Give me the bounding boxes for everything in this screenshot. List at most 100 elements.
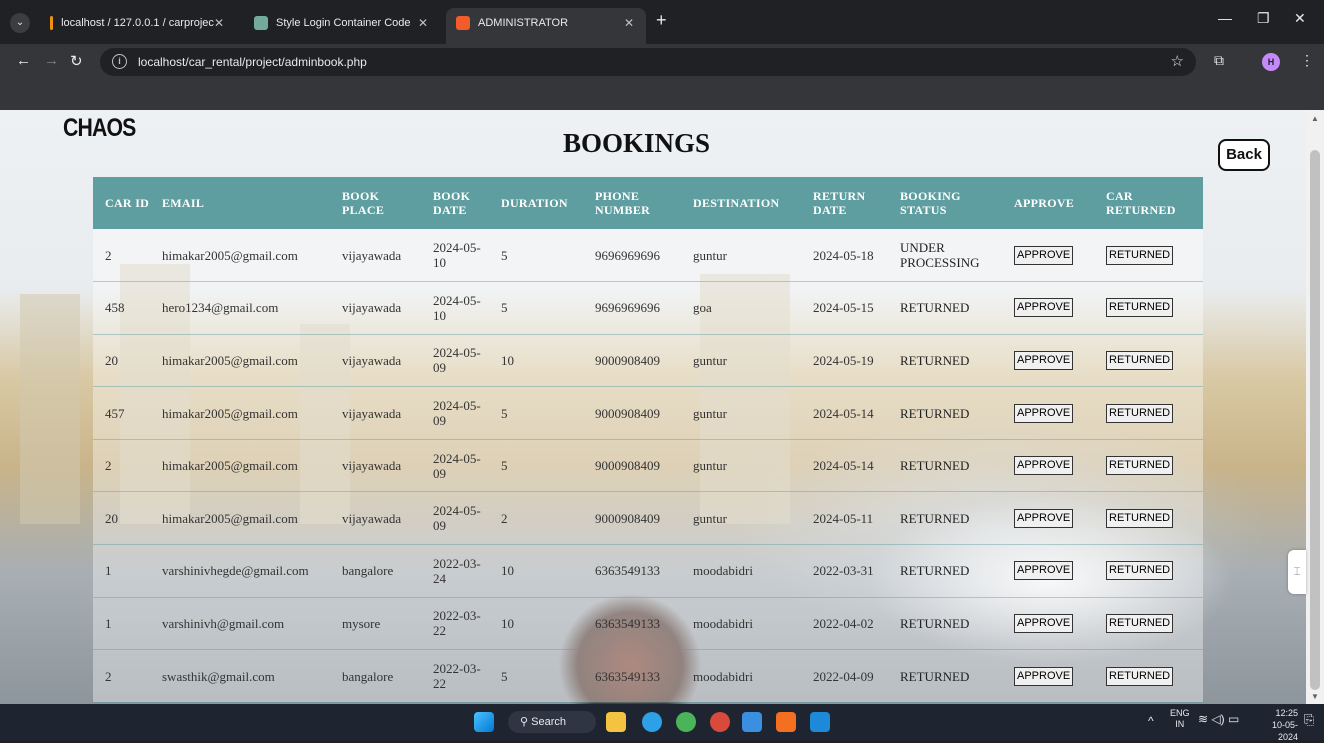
cell-destination: moodabidri [681,597,801,651]
cell-duration: 10 [489,544,583,598]
cell-duration: 10 [489,597,583,651]
address-bar[interactable]: i localhost/car_rental/project/adminbook… [100,48,1196,76]
mail-icon[interactable] [742,712,762,732]
tab-administrator[interactable]: ADMINISTRATOR ✕ [446,8,646,44]
table-row: 457 himakar2005@gmail.com vijayawada 2024-0… [93,386,1203,440]
returned-button[interactable]: RETURNED [1106,508,1174,528]
new-tab-plus-icon[interactable]: + [656,10,667,31]
close-icon[interactable]: ✕ [624,16,634,30]
whatsapp-icon[interactable] [676,712,696,732]
cell-book-date: 2022-03-24 [421,544,489,598]
scroll-up-arrow-icon[interactable]: ▲ [1311,114,1319,123]
cell-destination: goa [681,281,801,335]
cell-email: swasthik@gmail.com [150,649,330,703]
cell-destination: guntur [681,491,801,546]
notifications-icon[interactable]: ⎘ [1304,712,1314,728]
extensions-icon[interactable]: ⧉ [1214,52,1224,69]
table-row: 2 swasthik@gmail.com bangalore 2022-03-22 5 6… [93,649,1203,703]
cell-car-id: 1 [93,597,150,651]
cell-book-date: 2024-05-09 [421,439,489,493]
edge-browser-icon[interactable] [642,712,662,732]
cell-destination: moodabidri [681,649,801,703]
table-row: 2 himakar2005@gmail.com vijayawada 2024-05-… [93,439,1203,493]
site-info-icon[interactable]: i [112,54,127,69]
menu-kebab-icon[interactable]: ⋮ [1300,52,1314,69]
language-indicator[interactable]: ENG IN [1170,708,1190,730]
column-header: BOOK DATE [433,189,471,217]
forward-arrow-icon[interactable]: → [44,52,59,69]
close-icon[interactable]: ✕ [418,16,428,30]
tray-overflow-chevron-icon[interactable]: ^ [1148,714,1154,728]
returned-button[interactable]: RETURNED [1106,456,1174,476]
returned-button[interactable]: RETURNED [1106,561,1174,581]
cell-book-date: 2022-03-22 [421,597,489,651]
column-header: APPROVE [1014,196,1075,210]
returned-button[interactable]: RETURNED [1106,245,1174,265]
windows-taskbar: ⚲ Search ^ ENG IN ≋ ◁) ▭ 12:25 10-05-202… [0,704,1324,743]
cell-car-returned: RETURNED [1094,649,1203,703]
xampp-favicon-icon [456,16,470,30]
cell-book-date: 2022-03-22 [421,649,489,703]
returned-button[interactable]: RETURNED [1106,666,1174,686]
returned-button[interactable]: RETURNED [1106,298,1174,318]
url-text[interactable]: localhost/car_rental/project/adminbook.p… [138,55,367,69]
approve-button[interactable]: APPROVE [1014,508,1074,528]
back-arrow-icon[interactable]: ← [16,52,31,69]
side-panel-handle-icon[interactable]: ⌶ [1288,550,1306,594]
windows-start-icon[interactable] [474,712,494,732]
bookmark-bar [0,80,1324,110]
cell-book-place: vijayawada [330,281,421,335]
reload-icon[interactable]: ↻ [70,52,83,70]
chrome-icon[interactable] [710,712,730,732]
approve-button[interactable]: APPROVE [1014,666,1074,686]
scrollbar-thumb[interactable] [1310,150,1320,690]
back-button[interactable]: Back [1218,139,1270,171]
minimize-icon[interactable]: — [1218,10,1232,26]
xampp-icon[interactable] [776,712,796,732]
cell-book-place: vijayawada [330,439,421,493]
tab-style-login[interactable]: Style Login Container Code ✕ [244,10,440,36]
tab-phpmyadmin[interactable]: localhost / 127.0.0.1 / carprojec ✕ [40,10,236,36]
clock[interactable]: 12:25 10-05-2024 [1252,707,1298,743]
window-close-icon[interactable]: ✕ [1294,10,1306,27]
cell-return-date: 2022-04-02 [801,597,888,651]
cell-car-returned: RETURNED [1094,491,1203,546]
returned-button[interactable]: RETURNED [1106,350,1174,370]
cell-return-date: 2024-05-14 [801,386,888,440]
returned-button[interactable]: RETURNED [1106,613,1174,633]
wifi-volume-battery-icon[interactable]: ≋ ◁) ▭ [1198,712,1239,726]
cell-book-place: vijayawada [330,229,421,283]
approve-button[interactable]: APPROVE [1014,613,1074,633]
browser-tab-strip: ⌄ localhost / 127.0.0.1 / carprojec ✕ St… [0,0,1324,44]
bookmark-star-icon[interactable]: ☆ [1171,52,1184,70]
cell-email: varshinivhegde@gmail.com [150,544,330,598]
cell-book-place: bangalore [330,649,421,703]
cell-book-date: 2024-05-09 [421,334,489,388]
cell-destination: moodabidri [681,544,801,598]
cell-phone: 9000908409 [583,386,681,440]
vscode-icon[interactable] [810,712,830,732]
close-icon[interactable]: ✕ [214,16,224,30]
file-explorer-icon[interactable] [606,712,626,732]
tab-search-chevron-icon[interactable]: ⌄ [10,13,30,33]
clock-date: 10-05-2024 [1271,720,1298,742]
approve-button[interactable]: APPROVE [1014,561,1074,581]
cell-destination: guntur [681,439,801,493]
clock-time: 12:25 [1275,708,1298,718]
restore-icon[interactable]: ❐ [1257,10,1270,27]
approve-button[interactable]: APPROVE [1014,350,1074,370]
profile-avatar[interactable]: H [1262,53,1280,71]
approve-button[interactable]: APPROVE [1014,456,1074,476]
cell-duration: 10 [489,334,583,388]
cell-car-returned: RETURNED [1094,229,1203,283]
returned-button[interactable]: RETURNED [1106,403,1174,423]
table-row: 2 himakar2005@gmail.com vijayawada 2024-05-… [93,229,1203,283]
cell-return-date: 2022-04-09 [801,649,888,703]
taskbar-search[interactable]: ⚲ Search [508,711,596,733]
approve-button[interactable]: APPROVE [1014,298,1074,318]
cell-email: himakar2005@gmail.com [150,229,330,283]
approve-button[interactable]: APPROVE [1014,403,1074,423]
approve-button[interactable]: APPROVE [1014,245,1074,265]
scroll-down-arrow-icon[interactable]: ▼ [1311,692,1319,701]
page-scrollbar[interactable]: ▲ ▼ [1306,110,1324,704]
